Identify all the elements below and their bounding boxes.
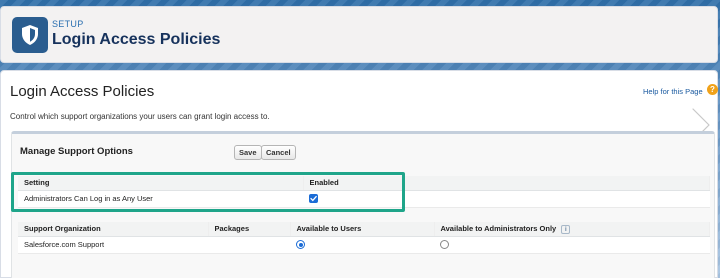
support-organizations-table: Support Organization Packages Available … xyxy=(18,222,710,254)
support-organization-name: Salesforce.com Support xyxy=(18,236,208,254)
setting-name: Administrators Can Log in as Any User xyxy=(18,190,303,208)
section-title: Manage Support Options xyxy=(20,146,133,157)
enabled-cell xyxy=(303,190,710,208)
header-title: Login Access Policies xyxy=(52,31,221,48)
available-to-admins-cell xyxy=(434,236,710,254)
column-header-enabled: Enabled xyxy=(303,176,710,191)
column-header-available-to-admins: Available to Administrators Only i xyxy=(434,222,710,237)
column-header-setting: Setting xyxy=(18,176,304,191)
table-header-row: Support Organization Packages Available … xyxy=(18,222,710,237)
available-to-users-radio[interactable] xyxy=(296,240,305,250)
save-button[interactable]: Save xyxy=(234,145,262,160)
column-header-support-organization: Support Organization xyxy=(18,222,209,237)
column-header-available-to-users: Available to Users xyxy=(290,222,435,237)
page-title: Login Access Policies xyxy=(10,83,155,100)
main-content: Login Access Policies Help for this Page… xyxy=(0,70,718,278)
table-row: Administrators Can Log in as Any User xyxy=(18,190,710,208)
setup-header: SETUP Login Access Policies xyxy=(0,6,718,63)
column-header-packages: Packages xyxy=(208,222,291,237)
enabled-checkbox[interactable] xyxy=(309,194,318,204)
help-icon[interactable]: ? xyxy=(707,84,718,95)
shield-icon xyxy=(12,17,48,53)
info-icon[interactable]: i xyxy=(561,224,571,234)
manage-support-section: Manage Support Options Save Cancel Setti… xyxy=(11,131,715,278)
cancel-button[interactable]: Cancel xyxy=(261,145,296,160)
packages-cell xyxy=(208,236,290,254)
table-header-row: Setting Enabled xyxy=(18,176,710,191)
settings-table: Setting Enabled Administrators Can Log i… xyxy=(18,176,710,208)
table-row: Salesforce.com Support xyxy=(18,236,710,254)
breadcrumb[interactable]: SETUP xyxy=(52,19,84,29)
column-header-available-to-admins-label: Available to Administrators Only xyxy=(440,223,557,233)
help-link[interactable]: Help for this Page xyxy=(643,87,703,96)
available-to-admins-radio[interactable] xyxy=(440,240,449,250)
available-to-users-cell xyxy=(290,236,434,254)
page-description: Control which support organizations your… xyxy=(10,112,270,121)
